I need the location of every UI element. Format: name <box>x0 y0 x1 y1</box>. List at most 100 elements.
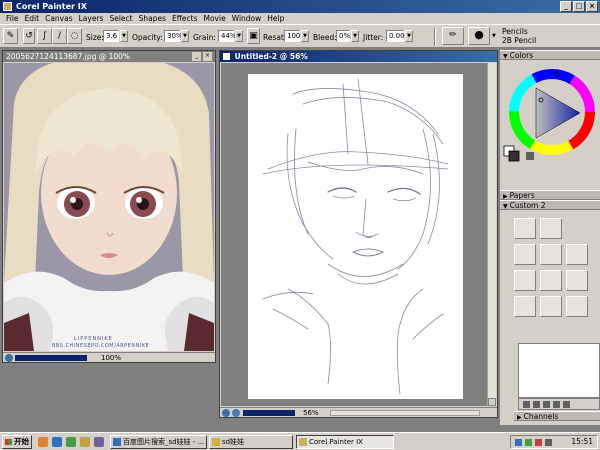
close-button[interactable]: × <box>586 1 598 12</box>
minimize-button[interactable]: _ <box>560 1 572 12</box>
bleed-dropdown[interactable]: ▼ <box>351 30 359 42</box>
tray-security-icon[interactable] <box>525 439 532 446</box>
expand-triangle-icon: ▼ <box>503 203 508 210</box>
photo-document-window[interactable]: 2005627124113687.jpg @ 100% _ × LIPPENNI… <box>2 50 216 363</box>
layers-list[interactable] <box>518 343 600 398</box>
canvas-globe-icon[interactable] <box>222 409 230 417</box>
expand-triangle-icon: ▼ <box>503 53 508 60</box>
colors-panel <box>500 60 600 170</box>
painter-icon <box>299 438 307 446</box>
opacity-dropdown[interactable]: ▼ <box>181 30 189 42</box>
custom-brush-9-icon[interactable] <box>514 296 536 317</box>
stroke-type-freehand-icon[interactable]: ∫ <box>37 28 52 44</box>
reset-tool-icon[interactable]: ↺ <box>23 28 35 44</box>
brush-dab-icon[interactable]: ● <box>468 27 490 45</box>
custom-brush-6-icon[interactable] <box>514 270 536 291</box>
tray-antivirus-icon[interactable] <box>535 439 542 446</box>
canvas-vertical-scrollbar[interactable] <box>487 63 496 406</box>
layer-group-icon[interactable] <box>543 401 550 408</box>
task-painter[interactable]: Corel Painter IX <box>296 435 394 449</box>
quicklaunch-app-icon[interactable] <box>94 437 104 447</box>
quicklaunch-desktop-icon[interactable] <box>66 437 76 447</box>
custom-brush-7-icon[interactable] <box>540 270 562 291</box>
canvas-document-title: Untitled-2 @ 56% <box>234 52 308 61</box>
grain-field[interactable]: 44% <box>218 30 237 42</box>
layer-delete-icon[interactable] <box>563 401 570 408</box>
canvas-horizontal-scrollbar[interactable] <box>330 410 480 416</box>
channels-panel-header[interactable]: ▶ Channels <box>514 411 600 421</box>
stroke-type-dab-icon[interactable]: ◌ <box>67 28 82 44</box>
ie-icon <box>113 438 121 446</box>
size-field[interactable]: 3.6 <box>103 30 119 42</box>
canvas-zoom-value[interactable]: 56% <box>303 408 319 418</box>
custom-brush-5-icon[interactable] <box>566 244 588 265</box>
quicklaunch-ie-icon[interactable] <box>52 437 62 447</box>
menu-layers[interactable]: Layers <box>76 13 107 24</box>
menu-window[interactable]: Window <box>229 13 265 24</box>
menu-edit[interactable]: Edit <box>22 13 43 24</box>
brush-category-name[interactable]: Pencils <box>502 27 528 36</box>
tray-network-icon[interactable] <box>515 439 522 446</box>
brush-category-icon[interactable]: ✏ <box>442 27 464 45</box>
taskbar: 开始 百度图片搜索_sd娃娃 - ... sd娃娃 Corel Painter … <box>0 432 600 450</box>
stroke-type-straight-icon[interactable]: / <box>52 28 67 44</box>
canvas-area[interactable] <box>221 63 488 406</box>
photo-document-titlebar[interactable]: 2005627124113687.jpg @ 100% _ × <box>3 51 215 62</box>
resat-dropdown[interactable]: ▼ <box>301 30 309 42</box>
tray-volume-icon[interactable] <box>545 439 552 446</box>
drawing-paper[interactable] <box>248 74 463 399</box>
canvas-status-bar: 56% <box>220 407 497 417</box>
custom-brush-8-icon[interactable] <box>566 270 588 291</box>
brush-variant-name[interactable]: 2B Pencil <box>502 36 536 45</box>
custom-brush-2-icon[interactable] <box>540 218 562 239</box>
grain-dropdown[interactable]: ▼ <box>235 30 243 42</box>
quicklaunch-media-icon[interactable] <box>38 437 48 447</box>
brush-dropdown-arrow[interactable]: ▼ <box>492 33 496 39</box>
start-button[interactable]: 开始 <box>2 435 32 449</box>
photo-zoom-value[interactable]: 100% <box>101 353 121 363</box>
photo-watermark-line-1: LIPPENNIKE <box>74 336 113 342</box>
bleed-field[interactable]: 0% <box>336 30 350 42</box>
custom-brush-10-icon[interactable] <box>540 296 562 317</box>
maximize-button[interactable]: □ <box>573 1 585 12</box>
menu-effects[interactable]: Effects <box>169 13 201 24</box>
clone-color-icon[interactable]: ▣ <box>247 28 260 44</box>
custom-brush-4-icon[interactable] <box>540 244 562 265</box>
quicklaunch-folder-icon[interactable] <box>80 437 90 447</box>
menu-help[interactable]: Help <box>264 13 287 24</box>
canvas-document-window[interactable]: Untitled-2 @ 56% 56% <box>219 50 498 418</box>
resat-field[interactable]: 100 <box>284 30 300 42</box>
canvas-zoom-slider[interactable] <box>243 410 295 416</box>
custom-brush-1-icon[interactable] <box>514 218 536 239</box>
menu-select[interactable]: Select <box>106 13 135 24</box>
globe-icon[interactable] <box>5 354 13 362</box>
custom-brush-11-icon[interactable] <box>566 296 588 317</box>
task-folder[interactable]: sd娃娃 <box>209 435 293 449</box>
colors-panel-header[interactable]: ▼ Colors <box>500 50 600 60</box>
photo-zoom-slider[interactable] <box>15 355 87 361</box>
size-dropdown[interactable]: ▼ <box>120 30 128 42</box>
custom-panel-header[interactable]: ▼ Custom 2 <box>500 200 600 210</box>
menu-movie[interactable]: Movie <box>201 13 229 24</box>
clock[interactable]: 15:51 <box>571 436 593 448</box>
menu-canvas[interactable]: Canvas <box>42 13 76 24</box>
color-wheel[interactable] <box>500 60 600 170</box>
task-browser[interactable]: 百度图片搜索_sd娃娃 - ... <box>110 435 207 449</box>
photo-minimize-button[interactable]: _ <box>192 52 201 61</box>
layer-new-icon[interactable] <box>553 401 560 408</box>
papers-panel-header[interactable]: ▶ Papers <box>500 190 600 200</box>
layer-mask-icon[interactable] <box>533 401 540 408</box>
scroll-down-arrow[interactable] <box>488 398 496 406</box>
canvas-document-titlebar[interactable]: Untitled-2 @ 56% <box>220 51 497 62</box>
doll-photo-illustration <box>4 63 214 351</box>
jitter-dropdown[interactable]: ▼ <box>405 30 413 42</box>
jitter-field[interactable]: 0.00 <box>386 30 405 42</box>
brush-tool-icon[interactable]: ✎ <box>3 28 18 44</box>
menu-file[interactable]: File <box>3 13 22 24</box>
photo-close-button[interactable]: × <box>203 52 212 61</box>
canvas-tracing-icon[interactable] <box>232 409 240 417</box>
custom-brush-3-icon[interactable] <box>514 244 536 265</box>
menu-shapes[interactable]: Shapes <box>136 13 169 24</box>
opacity-field[interactable]: 30% <box>164 30 183 42</box>
layer-visibility-icon[interactable] <box>523 401 530 408</box>
